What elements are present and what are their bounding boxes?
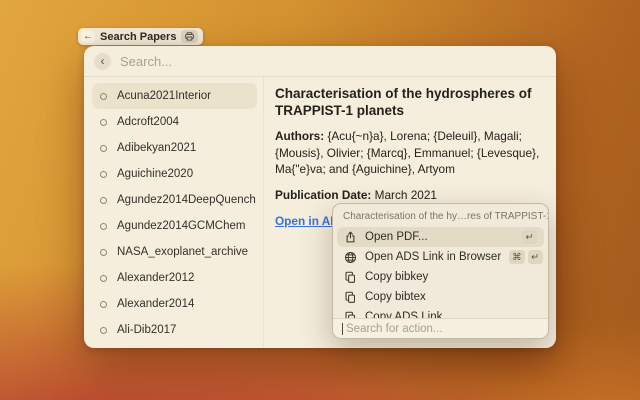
paper-title: Characterisation of the hydrospheres of … bbox=[275, 85, 544, 119]
action-menu-item-label: Copy bibtex bbox=[365, 291, 426, 303]
pubdate-value: March 2021 bbox=[375, 188, 437, 202]
circle-icon bbox=[100, 145, 107, 152]
nav-pill-title: Search Papers bbox=[100, 31, 176, 43]
paper-list-item-label: Agundez2014DeepQuench bbox=[117, 194, 256, 206]
paper-list-item-label: Alexander2014 bbox=[117, 298, 194, 310]
share-icon bbox=[344, 231, 357, 244]
paper-list-item[interactable]: Alibert2005 bbox=[92, 343, 257, 347]
circle-icon bbox=[100, 223, 107, 230]
paper-list-item[interactable]: Ali-Dib2017 bbox=[92, 317, 257, 343]
paper-list-item-label: NASA_exoplanet_archive bbox=[117, 246, 248, 258]
action-search-input[interactable]: Search for action... bbox=[333, 318, 548, 338]
paper-list-item[interactable]: Agundez2014DeepQuench bbox=[92, 187, 257, 213]
back-button[interactable]: ‹ bbox=[94, 53, 111, 70]
paper-list-item-label: Agundez2014GCMChem bbox=[117, 220, 246, 232]
action-menu: Open PDF... ↵ Open ADS Link in Browser ⌘… bbox=[333, 227, 548, 327]
copy-icon bbox=[344, 271, 357, 284]
paper-list-item[interactable]: Alexander2014 bbox=[92, 291, 257, 317]
action-menu-item-label: Open ADS Link in Browser bbox=[365, 251, 501, 263]
paper-list-item-label: Aguichine2020 bbox=[117, 168, 193, 180]
paper-list-item-label: Alexander2012 bbox=[117, 272, 194, 284]
shortcut-key: ↵ bbox=[522, 230, 537, 244]
pubdate-label: Publication Date: bbox=[275, 188, 371, 202]
printer-icon bbox=[181, 30, 198, 43]
copy-icon bbox=[344, 291, 357, 304]
circle-icon bbox=[100, 119, 107, 126]
circle-icon bbox=[100, 249, 107, 256]
paper-list-item[interactable]: Adcroft2004 bbox=[92, 109, 257, 135]
circle-icon bbox=[100, 197, 107, 204]
circle-icon bbox=[100, 301, 107, 308]
action-panel: Characterisation of the hy…res of TRAPPI… bbox=[332, 203, 549, 339]
action-search-placeholder: Search for action... bbox=[346, 323, 443, 335]
action-menu-item-label: Open PDF... bbox=[365, 231, 428, 243]
circle-icon bbox=[100, 171, 107, 178]
paper-list-item[interactable]: Aguichine2020 bbox=[92, 161, 257, 187]
search-input[interactable] bbox=[120, 54, 546, 69]
circle-icon bbox=[100, 275, 107, 282]
paper-list-item[interactable]: NASA_exoplanet_archive bbox=[92, 239, 257, 265]
action-menu-item[interactable]: Copy bibkey bbox=[337, 267, 544, 287]
paper-list-item-label: Adcroft2004 bbox=[117, 116, 179, 128]
nav-pill[interactable]: ← Search Papers bbox=[78, 28, 203, 45]
shortcut-keys: ⌘↵ bbox=[509, 250, 543, 264]
action-menu-item-label: Copy bibkey bbox=[365, 271, 428, 283]
circle-icon bbox=[100, 93, 107, 100]
paper-list-item[interactable]: Agundez2014GCMChem bbox=[92, 213, 257, 239]
globe-icon bbox=[344, 251, 357, 264]
text-caret bbox=[342, 323, 343, 335]
action-menu-item[interactable]: Open PDF... ↵ bbox=[337, 227, 544, 247]
desktop-wallpaper: ← Search Papers ‹ Acuna2021Interior Adcr… bbox=[0, 0, 640, 400]
paper-list-item-label: Adibekyan2021 bbox=[117, 142, 196, 154]
shortcut-keys: ↵ bbox=[522, 230, 537, 244]
paper-pubdate: Publication Date: March 2021 bbox=[275, 187, 544, 204]
circle-icon bbox=[100, 327, 107, 334]
action-menu-item[interactable]: Copy bibtex bbox=[337, 287, 544, 307]
authors-label: Authors: bbox=[275, 129, 324, 143]
chevron-left-icon: ‹ bbox=[101, 55, 105, 67]
paper-list-item-label: Ali-Dib2017 bbox=[117, 324, 176, 336]
paper-list: Acuna2021Interior Adcroft2004 Adibekyan2… bbox=[84, 77, 264, 347]
search-bar: ‹ bbox=[84, 46, 556, 77]
shortcut-key: ↵ bbox=[528, 250, 543, 264]
shortcut-key: ⌘ bbox=[509, 250, 525, 264]
back-arrow-icon[interactable]: ← bbox=[81, 31, 95, 42]
paper-authors: Authors: {Acu{~n}a}, Lorena; {Deleuil}, … bbox=[275, 128, 544, 178]
paper-list-item[interactable]: Alexander2012 bbox=[92, 265, 257, 291]
paper-list-item[interactable]: Acuna2021Interior bbox=[92, 83, 257, 109]
paper-list-item[interactable]: Adibekyan2021 bbox=[92, 135, 257, 161]
action-panel-header: Characterisation of the hy…res of TRAPPI… bbox=[333, 204, 548, 227]
action-menu-item[interactable]: Open ADS Link in Browser ⌘↵ bbox=[337, 247, 544, 267]
paper-list-item-label: Acuna2021Interior bbox=[117, 90, 211, 102]
